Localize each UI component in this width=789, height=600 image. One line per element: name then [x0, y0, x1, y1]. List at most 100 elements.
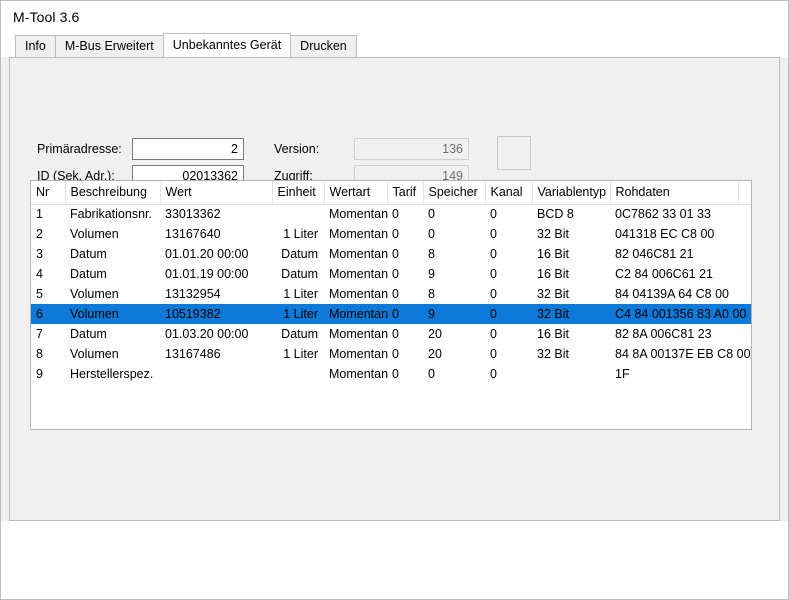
column-header[interactable]: Kanal — [485, 181, 533, 205]
cell-kanal: 0 — [490, 367, 497, 381]
table-row[interactable]: 3 Datum 01.01.20 00:00 Datum Momentan 0 8 0 16 B… — [31, 244, 751, 264]
cell-nr: 2 — [36, 227, 43, 241]
table-header: Nr Beschreibung Wert Einheit Wertart Tarif Spe… — [31, 181, 751, 205]
field-row: Version: 136 — [274, 138, 469, 160]
column-header[interactable] — [738, 181, 751, 205]
cell-tarif: 0 — [392, 327, 399, 341]
column-header[interactable]: Wertart — [324, 181, 388, 205]
table-row[interactable]: 5 Volumen 13132954 1 Liter Momentan 0 8 0 32 Bit… — [31, 284, 751, 304]
tab-info[interactable]: Info — [15, 35, 56, 57]
cell-nr: 3 — [36, 247, 43, 261]
cell-beschreibung: Herstellerspez. — [70, 367, 154, 381]
tab-strip: Info M-Bus Erweitert Unbekanntes Gerät Druc… — [1, 33, 788, 57]
cell-variablentyp: 32 Bit — [537, 287, 569, 301]
cell-spacer — [738, 224, 751, 244]
column-header[interactable]: Beschreibung — [65, 181, 161, 205]
field-input: 136 — [354, 138, 469, 160]
cell-wertart: Momentan — [329, 247, 389, 261]
table-row[interactable]: 8 Volumen 13167486 1 Liter Momentan 0 20 0 32 Bi… — [31, 344, 751, 364]
field-row: Primäradresse: 2 — [37, 138, 244, 160]
cell-speicher: 20 — [428, 327, 442, 341]
tab-unbekanntes-ger-t[interactable]: Unbekanntes Gerät — [162, 33, 292, 57]
column-header[interactable]: Tarif — [387, 181, 424, 205]
cell-wert: 10519382 — [160, 304, 272, 324]
connection-bar: ▾ Ethernet 5000 192 . 168 . 2 . 23 M-Bus… — [1, 521, 788, 599]
table-row[interactable]: 2 Volumen 13167640 1 Liter Momentan 0 0 0 32 Bit… — [31, 224, 751, 244]
cell-wertart: Momentan — [329, 267, 389, 281]
cell-spacer — [738, 244, 751, 264]
cell-kanal: 0 — [490, 207, 497, 222]
cell-einheit: 1 Liter — [283, 227, 318, 241]
cell-variablentyp: 32 Bit — [532, 304, 610, 324]
cell-tarif: 0 — [392, 267, 399, 281]
cell-nr: 8 — [36, 347, 43, 361]
cell-kanal: 0 — [490, 227, 497, 241]
cell-speicher: 9 — [428, 267, 435, 281]
cell-rohdaten: 84 04139A 64 C8 00 — [615, 287, 729, 301]
cell-beschreibung: Datum — [70, 267, 107, 281]
table-row[interactable]: 4 Datum 01.01.19 00:00 Datum Momentan 0 9 0 16 B… — [31, 264, 751, 284]
cell-nr: 7 — [36, 327, 43, 341]
cell-rohdaten: C4 84 001356 83 A0 00 — [610, 304, 746, 324]
cell-wertart: Momentan — [329, 227, 389, 241]
cell-kanal: 0 — [490, 327, 497, 341]
table-row[interactable]: 1 Fabrikationsnr. 33013362 Momentan 0 0 0 BCD 8… — [31, 204, 751, 224]
cell-speicher: 8 — [428, 287, 435, 301]
tab-m-bus-erweitert[interactable]: M-Bus Erweitert — [54, 35, 164, 57]
app-window: M-Tool 3.6 Info M-Bus Erweitert Unbekannte… — [0, 0, 789, 600]
cell-tarif: 0 — [392, 367, 399, 381]
cell-tarif: 0 — [392, 347, 399, 361]
cell-rohdaten: 84 8A 00137E EB C8 00 — [615, 347, 751, 361]
cell-variablentyp: 32 Bit — [537, 347, 569, 361]
cell-nr: 4 — [36, 267, 43, 281]
cell-wert: 13167640 — [165, 227, 221, 241]
cell-kanal: 0 — [490, 287, 497, 301]
cell-kanal: 0 — [490, 267, 497, 281]
table-row[interactable]: 9 Herstellerspez. Momentan 0 0 0 1F — [31, 364, 751, 384]
cell-speicher: 20 — [428, 347, 442, 361]
cell-variablentyp — [532, 364, 610, 384]
cell-rohdaten: 82 8A 006C81 23 — [615, 327, 712, 341]
column-header[interactable]: Speicher — [423, 181, 486, 205]
cell-beschreibung: Datum — [70, 327, 107, 341]
records-table: Nr Beschreibung Wert Einheit Wertart Tarif Spe… — [31, 181, 751, 384]
column-header[interactable]: Wert — [160, 181, 273, 205]
cell-wertart: Momentan — [329, 287, 389, 301]
table-body: 1 Fabrikationsnr. 33013362 Momentan 0 0 0 BCD 8… — [31, 204, 751, 384]
column-header[interactable]: Variablentyp — [532, 181, 611, 205]
cell-einheit — [272, 364, 324, 384]
cell-wert — [160, 364, 272, 384]
cell-wertart: Momentan — [329, 367, 389, 381]
cell-variablentyp: 16 Bit — [537, 267, 569, 281]
column-header[interactable]: Einheit — [272, 181, 325, 205]
cell-kanal: 0 — [490, 247, 497, 261]
cell-tarif: 0 — [392, 227, 399, 241]
cell-rohdaten: C2 84 006C61 21 — [615, 267, 713, 281]
cell-nr: 5 — [36, 287, 43, 301]
records-grid[interactable]: Nr Beschreibung Wert Einheit Wertart Tarif Spe… — [30, 180, 752, 430]
column-header[interactable]: Rohdaten — [610, 181, 739, 205]
cell-wert: 01.01.20 00:00 — [165, 247, 249, 261]
cell-spacer — [738, 204, 751, 224]
cell-einheit: 1 Liter — [272, 304, 324, 324]
cell-variablentyp: 16 Bit — [537, 327, 569, 341]
tab-drucken[interactable]: Drucken — [290, 35, 357, 57]
cell-spacer — [738, 284, 751, 304]
title-bar: M-Tool 3.6 — [1, 1, 788, 33]
cell-speicher: 9 — [423, 304, 485, 324]
cell-tarif: 0 — [392, 207, 399, 222]
cell-rohdaten: 82 046C81 21 — [615, 247, 694, 261]
cell-kanal: 0 — [485, 304, 532, 324]
column-header[interactable]: Nr — [31, 181, 66, 205]
table-row[interactable]: 7 Datum 01.03.20 00:00 Datum Momentan 0 20 0 16 … — [31, 324, 751, 344]
cell-nr: 9 — [36, 367, 43, 381]
table-row[interactable]: 6 Volumen 10519382 1 Liter Momentan 0 9 0 32 Bit… — [31, 304, 751, 324]
cell-wertart: Momentan — [329, 327, 389, 341]
cell-variablentyp: 16 Bit — [537, 247, 569, 261]
cell-einheit: Datum — [281, 247, 318, 261]
cell-einheit — [272, 204, 324, 224]
field-input[interactable]: 2 — [132, 138, 244, 160]
cell-tarif: 0 — [392, 287, 399, 301]
cell-wert: 33013362 — [165, 207, 221, 222]
cell-spacer — [738, 264, 751, 284]
